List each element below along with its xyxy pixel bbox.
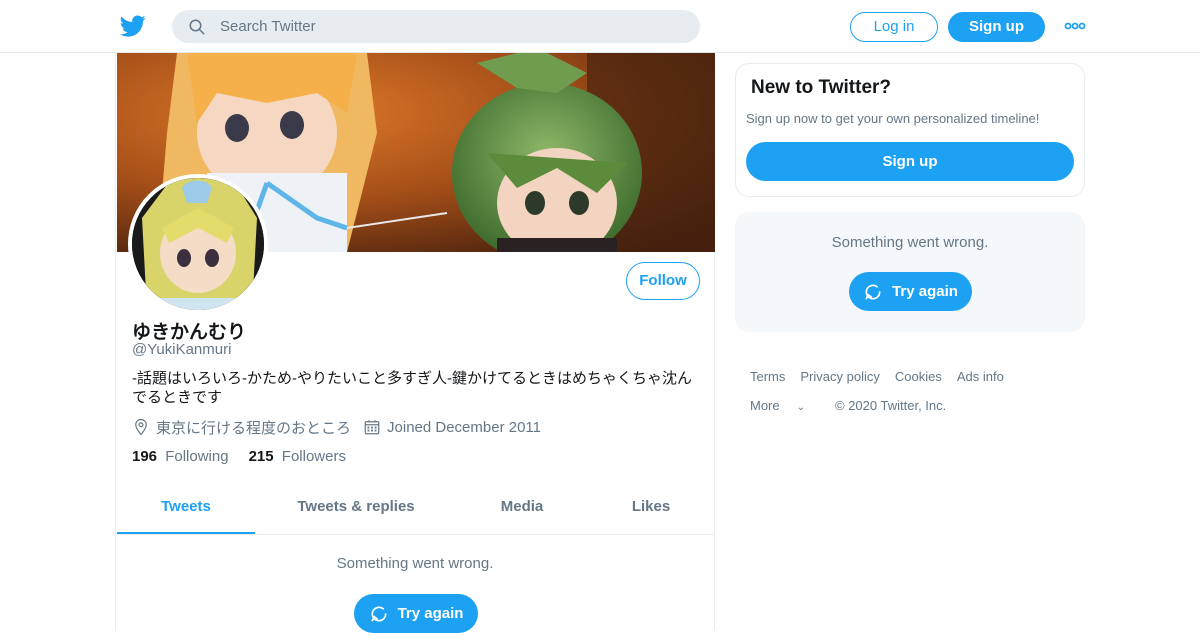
tab-likes[interactable]: Likes bbox=[587, 482, 715, 534]
timeline-error-message: Something went wrong. bbox=[336, 555, 494, 572]
joined-text: Joined December 2011 bbox=[387, 418, 541, 436]
search-icon bbox=[189, 19, 205, 35]
signup-card: New to Twitter? Sign up now to get your … bbox=[735, 63, 1085, 197]
retry-label: Try again bbox=[397, 605, 464, 622]
footer-link-terms[interactable]: Terms bbox=[750, 362, 785, 391]
calendar-icon bbox=[364, 420, 380, 435]
follow-button[interactable]: Follow bbox=[626, 262, 700, 300]
profile-avatar[interactable] bbox=[128, 174, 268, 314]
sidebar-retry-button[interactable]: Try again bbox=[849, 272, 972, 311]
chevron-down-icon: ⌄ bbox=[796, 402, 806, 413]
tab-tweets-replies[interactable]: Tweets & replies bbox=[255, 482, 457, 534]
following-link[interactable]: 196 Following bbox=[132, 448, 229, 465]
followers-count: 215 bbox=[248, 448, 274, 465]
footer-link-cookies[interactable]: Cookies bbox=[895, 362, 942, 391]
footer-more-label: More bbox=[750, 398, 780, 413]
timeline-retry-button[interactable]: Try again bbox=[354, 594, 478, 633]
sidebar-error-card: Something went wrong. Try again bbox=[735, 212, 1085, 332]
profile-bio: -話題はいろいろ-かため-やりたいこと多すぎ人-鍵かけてるときはめちゃくちゃ沈ん… bbox=[132, 370, 692, 406]
search-input[interactable] bbox=[220, 10, 680, 43]
refresh-icon bbox=[371, 606, 387, 622]
tab-media[interactable]: Media bbox=[457, 482, 587, 534]
footer-link-ads-info[interactable]: Ads info bbox=[957, 362, 1004, 391]
signup-button[interactable]: Sign up bbox=[948, 12, 1045, 42]
follow-counts: 196 Following 215 Followers bbox=[132, 448, 366, 465]
retry-label: Try again bbox=[892, 283, 958, 300]
search-box[interactable] bbox=[172, 10, 700, 43]
profile-location: 東京に行ける程度のおところ bbox=[132, 417, 351, 438]
location-text: 東京に行ける程度のおところ bbox=[156, 419, 352, 437]
tab-tweets[interactable]: Tweets bbox=[117, 482, 255, 534]
footer-more-menu[interactable]: More ⌄ bbox=[750, 391, 820, 422]
profile-display-name: ゆきかんむり bbox=[132, 322, 247, 343]
following-label: Following bbox=[165, 448, 229, 465]
signup-card-subtitle: Sign up now to get your own personalized… bbox=[746, 111, 1040, 126]
twitter-logo-icon[interactable] bbox=[120, 13, 146, 39]
footer-link-privacy[interactable]: Privacy policy bbox=[800, 362, 879, 391]
top-bar: Log in Sign up bbox=[0, 0, 1200, 53]
signup-card-button[interactable]: Sign up bbox=[746, 142, 1074, 181]
footer-links: Terms Privacy policy Cookies Ads info Mo… bbox=[750, 362, 1070, 422]
more-options-icon[interactable] bbox=[1064, 18, 1086, 34]
profile-column: Follow ゆきかんむり @YukiKanmuri -話題はいろいろ-かため-… bbox=[115, 53, 715, 633]
profile-tabs: Tweets Tweets & replies Media Likes bbox=[117, 482, 715, 535]
sidebar-error-message: Something went wrong. bbox=[831, 234, 989, 251]
following-count: 196 bbox=[132, 448, 158, 465]
followers-label: Followers bbox=[281, 448, 346, 465]
login-button[interactable]: Log in bbox=[850, 12, 938, 42]
location-icon bbox=[135, 418, 147, 436]
profile-handle: @YukiKanmuri bbox=[132, 341, 232, 358]
refresh-icon bbox=[865, 284, 881, 300]
signup-card-title: New to Twitter? bbox=[751, 77, 892, 98]
profile-meta: 東京に行ける程度のおところ Joined December 2011 bbox=[132, 416, 553, 438]
profile-joined: Joined December 2011 bbox=[363, 418, 541, 436]
followers-link[interactable]: 215 Followers bbox=[249, 448, 346, 465]
footer-copyright: © 2020 Twitter, Inc. bbox=[835, 398, 947, 413]
